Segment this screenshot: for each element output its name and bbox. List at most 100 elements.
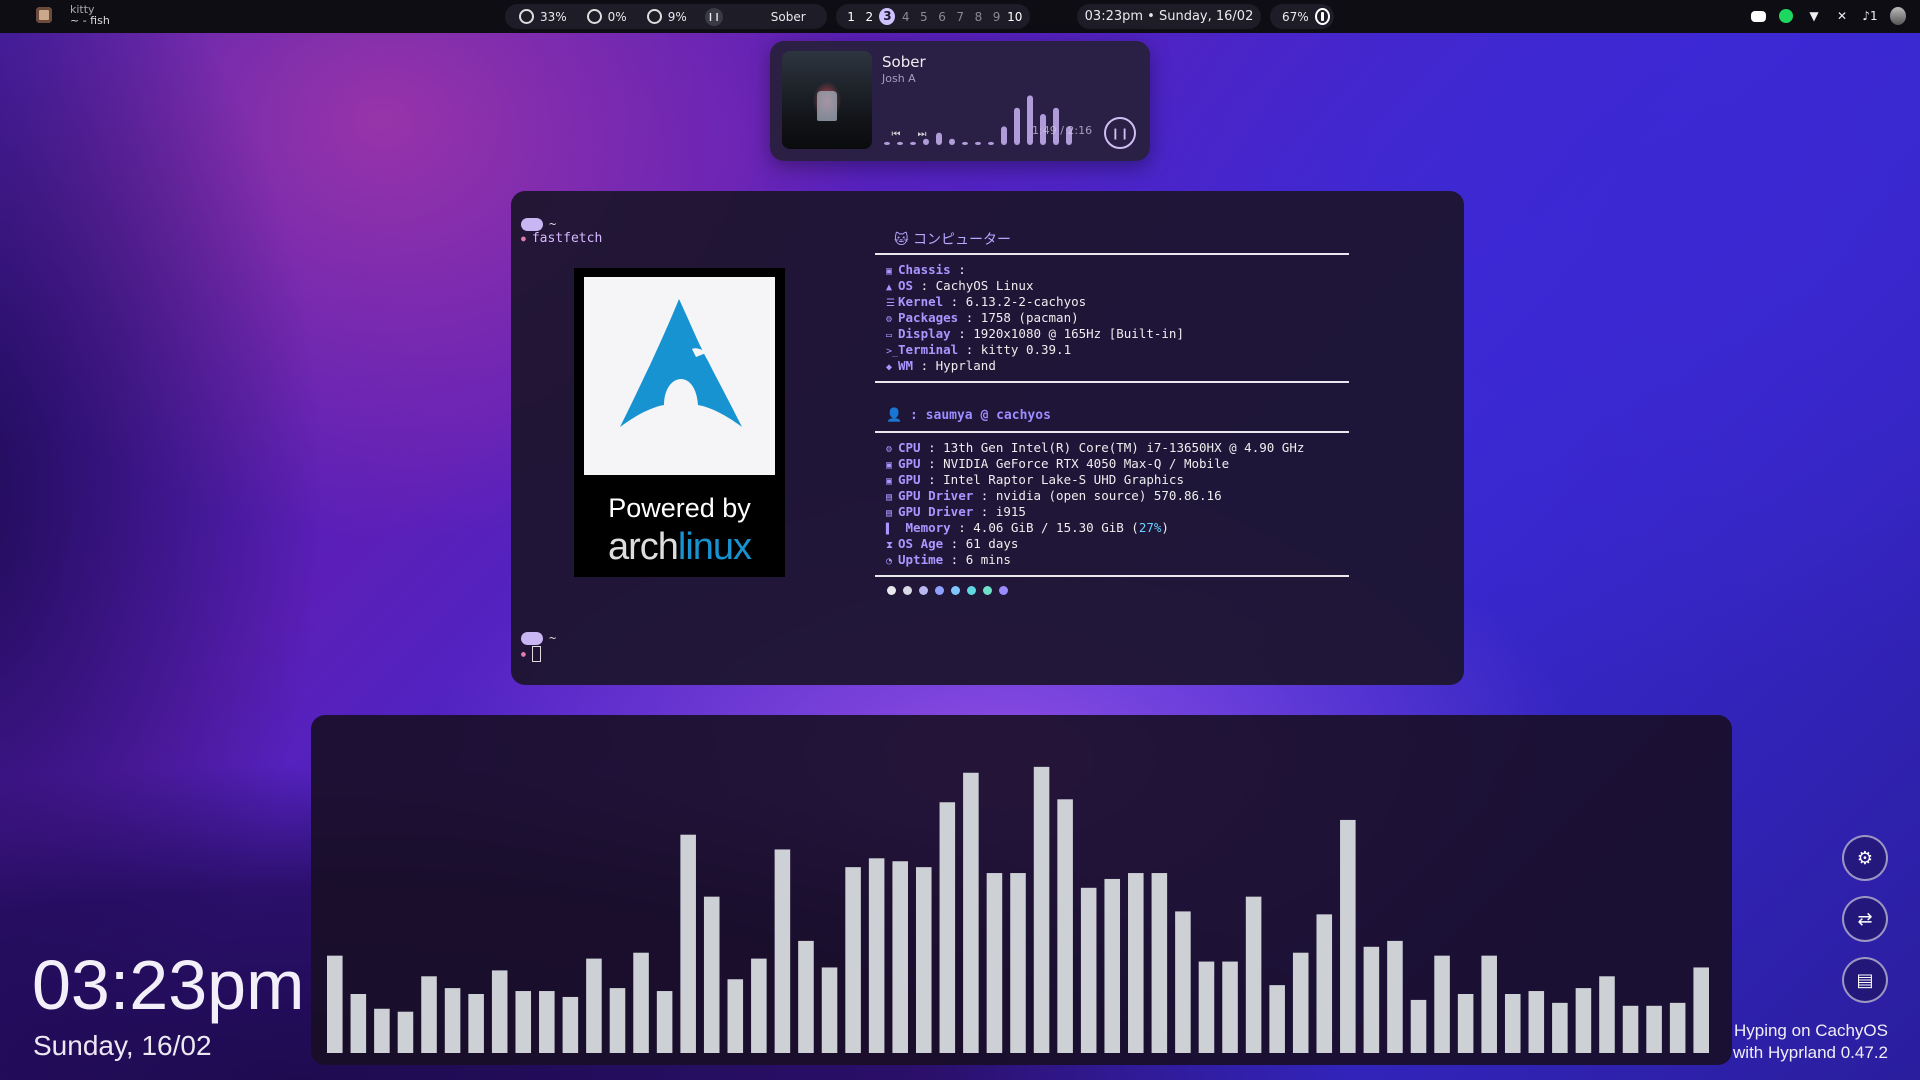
palette-dot	[951, 586, 960, 595]
workspace-5[interactable]: 5	[916, 10, 932, 24]
visualizer-bar	[397, 1011, 414, 1053]
visualizer-bar	[1363, 946, 1380, 1053]
active-window[interactable]: kitty ~ - fish	[36, 4, 110, 26]
input-cursor[interactable]: ●	[521, 646, 541, 662]
info-value: 4.06 GiB / 15.30 GiB (	[973, 520, 1139, 535]
battery-icon	[1314, 8, 1330, 25]
info-key: Packages	[898, 310, 959, 325]
info-value: 6 mins	[965, 552, 1011, 567]
info-value: 1758 (pacman)	[980, 310, 1079, 325]
terminal-window[interactable]: ~ fastfetch Powered by archlinux 🐱 コンピュー…	[511, 191, 1464, 685]
visualizer-bar	[515, 991, 532, 1053]
gpu-usage: 0%	[607, 9, 627, 24]
panel-button[interactable]: ▤	[1842, 957, 1888, 1003]
workspace-10[interactable]: 10	[1007, 10, 1023, 24]
visualizer-bar	[751, 958, 767, 1053]
info-value: Hyprland	[935, 358, 996, 373]
workspace-1[interactable]: 1	[843, 10, 859, 24]
gear-icon: ⚙	[1856, 847, 1874, 869]
visualizer-bar	[1622, 1005, 1639, 1053]
workspace-8[interactable]: 8	[970, 10, 986, 24]
battery[interactable]: 67%	[1270, 4, 1334, 29]
visualizer-bar	[1575, 988, 1592, 1053]
visualizer-bar	[562, 996, 579, 1053]
visualizer-bar	[491, 970, 508, 1053]
workspace-9[interactable]: 9	[989, 10, 1005, 24]
visualizer-bar	[892, 861, 908, 1053]
palette-dot	[887, 586, 896, 595]
visualizer-bar	[1316, 914, 1333, 1053]
visualizer-bar	[1387, 940, 1403, 1053]
arch-logo: Powered by archlinux	[574, 268, 785, 577]
visualizer-bar	[421, 976, 437, 1053]
media-level-bar	[1001, 126, 1007, 145]
notification-icon[interactable]: ♪ 1	[1862, 8, 1878, 24]
archlinux-wordmark: archlinux	[607, 526, 752, 568]
visualizer-bar	[1669, 1002, 1686, 1053]
user-avatar[interactable]	[1890, 7, 1906, 25]
arrows-icon: ⇄	[1857, 908, 1873, 930]
visualizer-bar	[350, 994, 367, 1053]
visualizer-bar	[939, 802, 956, 1053]
resources-pill[interactable]: 33% 0% 9% ❙❙ Sober	[505, 4, 827, 29]
visualizer-bar	[1080, 887, 1097, 1053]
info-key: WM	[898, 358, 914, 373]
next-icon[interactable]: ⏭	[912, 124, 932, 144]
visualizer-bar	[727, 979, 744, 1053]
workspace-3[interactable]: 3	[879, 8, 896, 25]
info-key: Display	[898, 326, 951, 341]
visualizer-bar	[1175, 911, 1191, 1053]
bar-clock[interactable]: 03:23pm • Sunday, 16/02	[1077, 4, 1261, 29]
workspace-4[interactable]: 4	[898, 10, 914, 24]
workspace-7[interactable]: 7	[952, 10, 968, 24]
audio-visualizer	[311, 715, 1732, 1065]
info-value: 61 days	[965, 536, 1019, 551]
media-level-bar	[936, 132, 942, 145]
visualizer-bar	[703, 896, 720, 1053]
info-key: CPU	[898, 440, 921, 455]
arch-icon	[620, 299, 742, 427]
prompt: ~	[521, 217, 556, 232]
fastfetch-hardware-group: ⚙ CPU : 13th Gen Intel(R) Core(TM) i7-136…	[875, 431, 1349, 577]
visualizer-bar	[1128, 873, 1144, 1053]
play-pause-icon[interactable]: ❙❙	[704, 7, 723, 26]
info-value: 1920x1080 @ 165Hz [Built-in]	[973, 326, 1184, 341]
visualizer-bar	[656, 991, 673, 1053]
album-cover	[782, 51, 872, 149]
media-level-bar	[962, 141, 968, 145]
pause-button[interactable]: ❙❙	[1104, 117, 1136, 149]
swap-button[interactable]: ⇄	[1842, 896, 1888, 942]
info-value: 6.13.2-2-cachyos	[965, 294, 1087, 309]
visualizer-bar	[468, 994, 484, 1053]
fastfetch-line: ▤ GPU Driver : nvidia (open source) 570.8…	[886, 488, 1338, 504]
previous-icon[interactable]: ⏮	[886, 124, 906, 144]
visualizer-bar	[374, 1008, 390, 1053]
gpu-icon	[586, 9, 602, 24]
media-level-bar	[1014, 107, 1020, 145]
wifi-icon[interactable]: ▼	[1806, 8, 1822, 24]
fastfetch-line: ▤ GPU Driver : i915	[886, 504, 1338, 520]
info-key: Memory	[898, 520, 951, 535]
settings-button[interactable]: ⚙	[1842, 835, 1888, 881]
kitty-icon	[36, 7, 52, 23]
window-title: ~ - fish	[70, 14, 110, 27]
user-host: 👤 : saumya @ cachyos	[886, 408, 1051, 423]
media-title[interactable]: Sober	[771, 10, 806, 24]
workspace-2[interactable]: 2	[861, 10, 877, 24]
visualizer-bar	[868, 858, 885, 1053]
workspace-6[interactable]: 6	[934, 10, 950, 24]
spotify-icon[interactable]	[1778, 8, 1794, 24]
visualizer-bar	[1104, 878, 1121, 1053]
fastfetch-line: ▌ Memory : 4.06 GiB / 15.30 GiB (27%)	[886, 520, 1338, 536]
bluetooth-icon[interactable]: ✕	[1834, 8, 1850, 24]
top-bar: kitty ~ - fish 33% 0% 9% ❙❙ Sober 123456…	[0, 0, 1920, 33]
visualizer-bar	[1646, 1005, 1662, 1053]
workspaces: 1 2 3 4 5 6 7 8 9 10	[836, 4, 1030, 29]
info-key: Chassis	[898, 262, 951, 277]
memory-icon	[646, 9, 662, 24]
cpu-usage: 33%	[540, 9, 567, 24]
fastfetch-header: 🐱 コンピューター	[894, 232, 1012, 248]
info-value: CachyOS Linux	[935, 278, 1034, 293]
discord-icon[interactable]	[1750, 8, 1766, 24]
visualizer-bar	[680, 834, 696, 1053]
